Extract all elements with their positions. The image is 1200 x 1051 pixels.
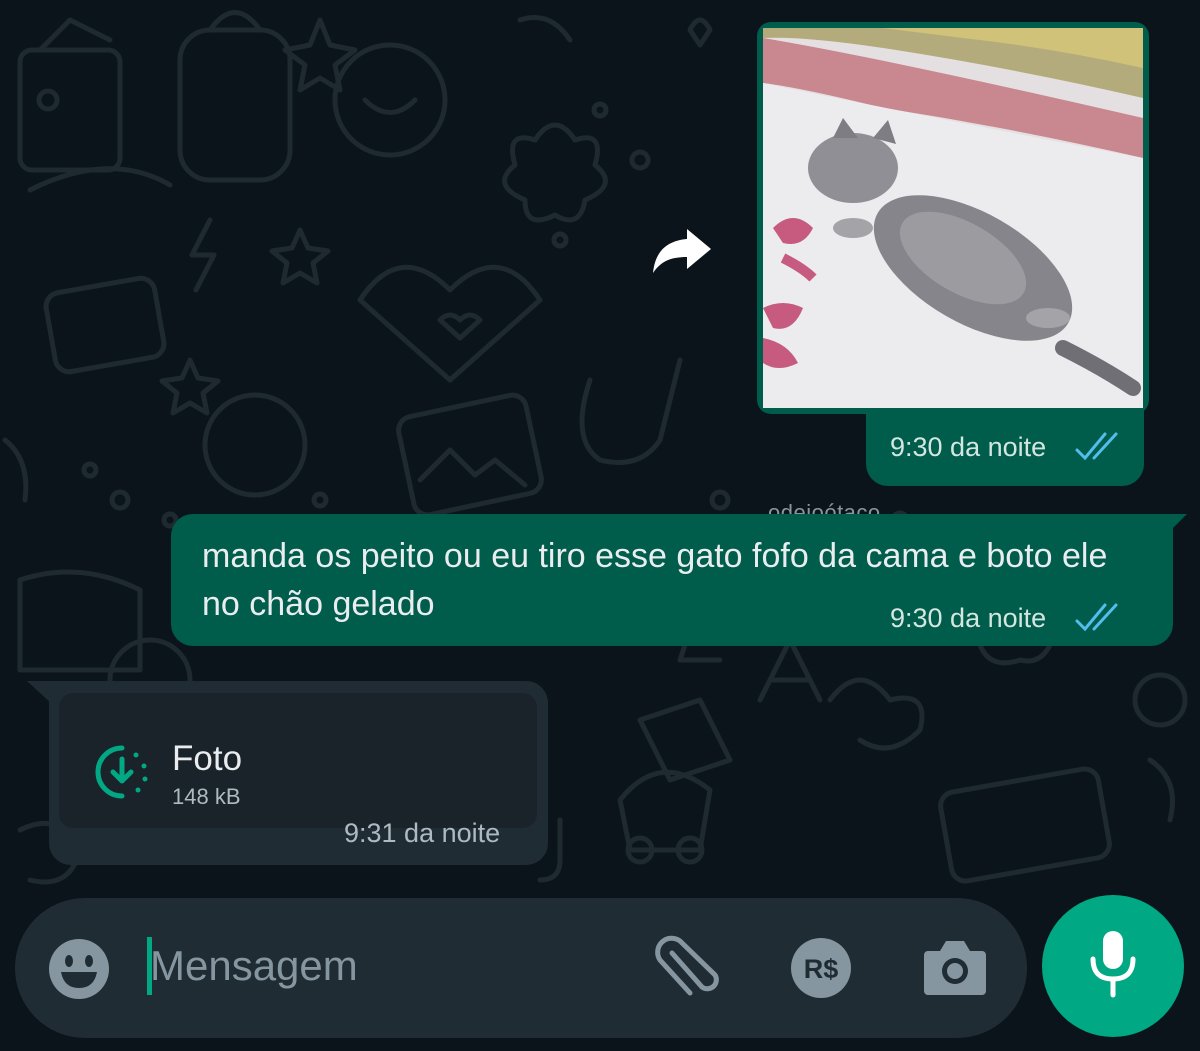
- message-input[interactable]: Mensagem: [150, 942, 358, 990]
- message-time: 9:31 da noite: [344, 818, 501, 848]
- emoji-icon[interactable]: [46, 936, 112, 1002]
- camera-icon[interactable]: [922, 937, 988, 997]
- double-check-read-icon: [1074, 603, 1124, 638]
- payment-icon[interactable]: R$: [790, 937, 852, 999]
- forward-icon[interactable]: [650, 222, 714, 278]
- photo-size: 148 kB: [172, 784, 241, 809]
- message-time: 9:30 da noite: [890, 432, 1047, 462]
- mic-icon: [1085, 929, 1141, 1004]
- photo-label: Foto: [172, 739, 243, 778]
- payment-label: R$: [804, 954, 839, 984]
- download-icon[interactable]: [92, 742, 152, 802]
- message-time: 9:30 da noite: [890, 603, 1047, 633]
- mic-button[interactable]: [1042, 895, 1184, 1037]
- double-check-read-icon: [1074, 432, 1124, 467]
- cat-image[interactable]: [763, 28, 1143, 408]
- attach-icon[interactable]: [650, 935, 722, 1001]
